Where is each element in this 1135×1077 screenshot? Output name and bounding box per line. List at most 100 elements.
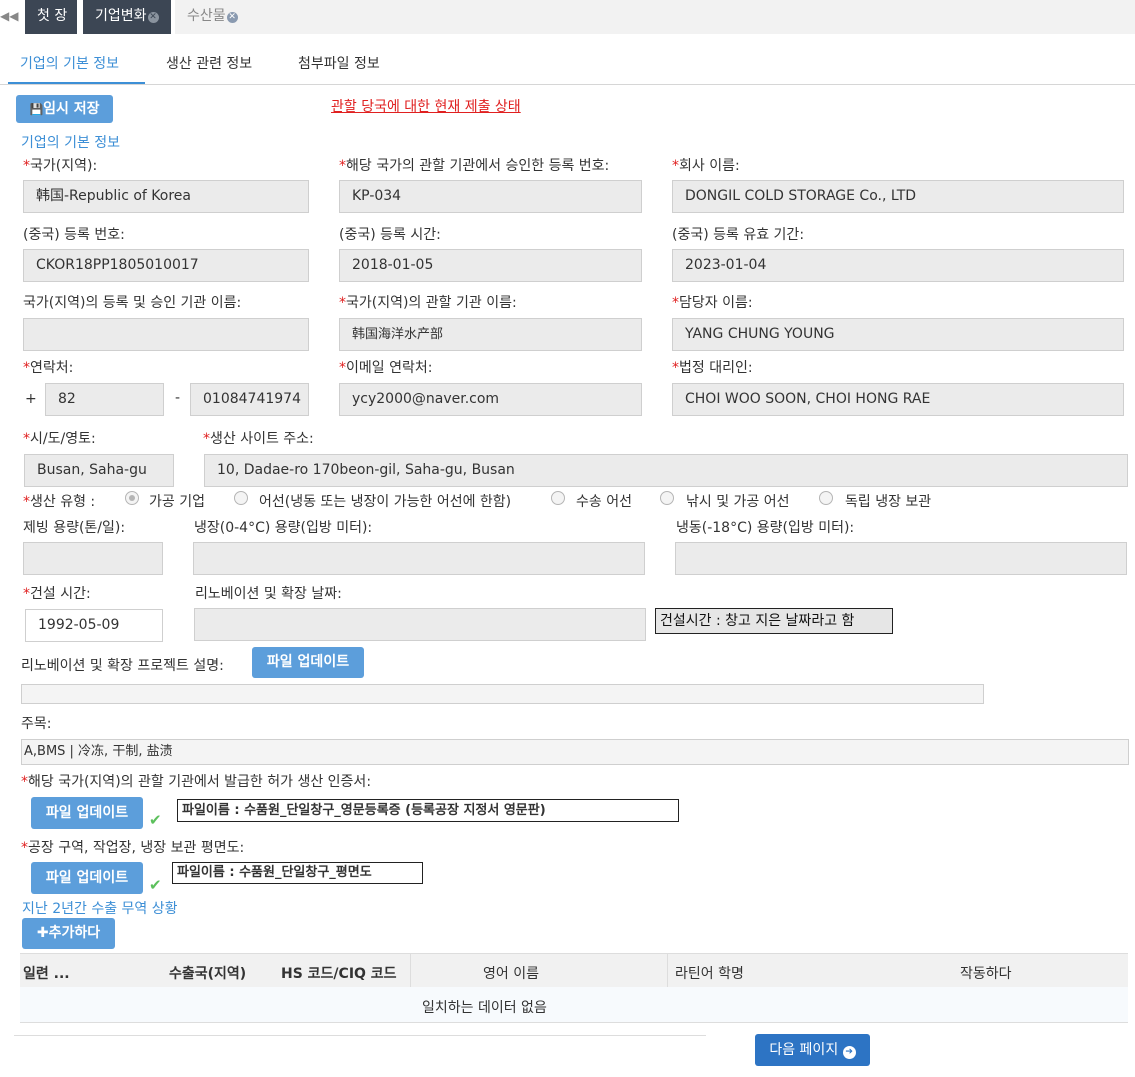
phone-number-field[interactable]: 01084741974 xyxy=(190,383,309,416)
section-title-basic: 기업의 기본 정보 xyxy=(21,135,121,151)
plan-label: *공장 구역, 작업장, 냉장 보관 평면도: xyxy=(21,840,245,856)
header-divider xyxy=(667,954,668,988)
subject-label: 주목: xyxy=(21,716,52,732)
add-row-button[interactable]: ✚추가하다 xyxy=(22,918,115,949)
section-title-trade: 지난 2년간 수출 무역 상황 xyxy=(22,901,178,917)
cert-file-note: 파일이름 : 수품원_단일창구_영문등록증 (등록공장 지정서 영문판) xyxy=(177,799,679,822)
radio-fishing-processing[interactable] xyxy=(660,491,674,505)
phone-plus: + xyxy=(25,391,37,407)
phone-label: *연락처: xyxy=(23,360,74,376)
cert-upload-button[interactable]: 파일 업데이트 xyxy=(31,797,143,829)
subtab-divider xyxy=(0,84,1135,85)
plan-file-note: 파일이름 : 수품원_단일창구_평면도 xyxy=(172,862,423,884)
empty-table-message: 일치하는 데이터 없음 xyxy=(422,1000,547,1016)
renov-date-field[interactable] xyxy=(194,608,646,641)
col-export-country[interactable]: 수출국(지역) xyxy=(169,963,246,983)
renov-date-label: 리노베이션 및 확장 날짜: xyxy=(195,586,342,602)
tab-seafood[interactable]: 수산물 ✕ xyxy=(175,0,250,34)
close-icon[interactable]: ✕ xyxy=(147,12,159,23)
subtab-basic-info[interactable]: 기업의 기본 정보 xyxy=(8,50,145,84)
legal-rep-field[interactable]: CHOI WOO SOON, CHOI HONG RAE xyxy=(672,383,1124,416)
cn-reg-time-field[interactable]: 2018-01-05 xyxy=(339,249,642,282)
tab-company-change-label: 기업변화 xyxy=(95,8,147,24)
build-time-note: 건설시간 : 창고 지은 날짜라고 함 xyxy=(655,608,893,634)
cert-label: *해당 국가(지역)의 관할 기관에서 발급한 허가 생산 인증서: xyxy=(21,774,372,790)
site-address-label: *생산 사이트 주소: xyxy=(203,431,314,447)
add-row-label: 추가하다 xyxy=(48,925,101,941)
approval-org-label: 국가(지역)의 등록 및 승인 기관 이름: xyxy=(23,295,242,311)
contact-person-field[interactable]: YANG CHUNG YOUNG xyxy=(672,318,1124,351)
save-icon: 💾 xyxy=(29,103,44,116)
radio-fishing-vessel-label: 어선(냉동 또는 냉장이 가능한 어선에 한함) xyxy=(259,494,512,510)
cn-reg-no-field[interactable]: CKOR18PP1805010017 xyxy=(23,249,309,282)
reg-no-label: *해당 국가의 관할 기관에서 승인한 등록 번호: xyxy=(339,158,610,174)
email-label: *이메일 연락처: xyxy=(339,360,433,376)
check-icon: ✔ xyxy=(149,876,162,894)
close-icon[interactable]: ✕ xyxy=(226,12,238,23)
radio-processing-label: 가공 기업 xyxy=(149,494,205,510)
tab-seafood-label: 수산물 xyxy=(187,8,226,24)
phone-dash: - xyxy=(175,390,181,406)
temp-save-label: 임시 저장 xyxy=(43,101,100,117)
approval-org-field[interactable] xyxy=(23,318,309,351)
freeze-capacity-label: 냉동(-18°C) 용량(입방 미터): xyxy=(676,520,855,536)
temp-save-button[interactable]: 💾임시 저장 xyxy=(16,95,113,123)
cn-reg-valid-field[interactable]: 2023-01-04 xyxy=(672,249,1124,282)
city-field[interactable]: Busan, Saha-gu xyxy=(24,454,174,487)
country-field[interactable]: 韩国-Republic of Korea xyxy=(23,180,309,213)
cn-reg-time-label: (중국) 등록 시간: xyxy=(339,227,441,243)
arrow-right-circle-icon: ➔ xyxy=(842,1046,856,1059)
build-time-field[interactable]: 1992-05-09 xyxy=(25,609,163,642)
radio-cold-storage-label: 독립 냉장 보관 xyxy=(845,494,932,510)
submission-status-link[interactable]: 관할 당국에 대한 현재 제출 상태 xyxy=(331,96,521,116)
tab-strip-background xyxy=(250,0,1135,34)
ice-capacity-label: 제빙 용량(톤/일): xyxy=(23,520,126,536)
email-field[interactable]: ycy2000@naver.com xyxy=(339,383,642,416)
scroll-left-icon[interactable]: ◀◀ xyxy=(0,8,18,24)
renov-desc-label: 리노베이션 및 확장 프로젝트 설명: xyxy=(21,658,224,674)
plus-icon: ✚ xyxy=(36,925,49,941)
renov-desc-field[interactable] xyxy=(21,684,984,704)
radio-transport-vessel[interactable] xyxy=(551,491,565,505)
tab-company-change[interactable]: 기업변화 ✕ xyxy=(83,0,171,34)
cn-reg-valid-label: (중국) 등록 유효 기간: xyxy=(672,227,805,243)
contact-person-label: *담당자 이름: xyxy=(672,295,753,311)
col-action[interactable]: 작동하다 xyxy=(960,963,1012,983)
company-name-field[interactable]: DONGIL COLD STORAGE Co., LTD xyxy=(672,180,1124,213)
cn-reg-no-label: (중국) 등록 번호: xyxy=(23,227,125,243)
company-name-label: *회사 이름: xyxy=(672,158,740,174)
authority-field[interactable]: 韩国海洋水产部 xyxy=(339,318,642,351)
col-serial[interactable]: 일련 ... xyxy=(23,963,70,983)
header-divider xyxy=(410,954,411,988)
subtab-production-info-label: 생산 관련 정보 xyxy=(166,56,253,72)
site-address-field[interactable]: 10, Dadae-ro 170beon-gil, Saha-gu, Busan xyxy=(204,454,1128,487)
subtab-attachments-label: 첨부파일 정보 xyxy=(298,56,380,72)
radio-transport-vessel-label: 수송 어선 xyxy=(576,494,632,510)
subtab-production-info[interactable]: 생산 관련 정보 xyxy=(166,50,252,84)
phone-code-field[interactable]: 82 xyxy=(45,383,164,416)
subtab-attachments[interactable]: 첨부파일 정보 xyxy=(298,50,380,84)
radio-fishing-vessel[interactable] xyxy=(234,491,248,505)
plan-upload-button[interactable]: 파일 업데이트 xyxy=(31,862,143,894)
next-page-label: 다음 페이지 xyxy=(769,1042,839,1058)
chill-capacity-label: 냉장(0-4°C) 용량(입방 미터): xyxy=(194,520,373,536)
tab-home[interactable]: 첫 장 xyxy=(25,0,77,34)
reg-no-field[interactable]: KP-034 xyxy=(339,180,642,213)
country-label: *국가(지역): xyxy=(23,158,98,174)
freeze-capacity-field[interactable] xyxy=(675,542,1127,575)
next-page-button[interactable]: 다음 페이지 ➔ xyxy=(755,1034,870,1066)
legal-rep-label: *법정 대리인: xyxy=(672,360,753,376)
chill-capacity-field[interactable] xyxy=(193,542,645,575)
trade-table-body: 일치하는 데이터 없음 xyxy=(20,987,1128,1023)
col-english-name[interactable]: 영어 이름 xyxy=(483,963,539,983)
col-latin-name[interactable]: 라틴어 학명 xyxy=(675,963,744,983)
col-hs-code[interactable]: HS 코드/CIQ 코드 xyxy=(281,963,397,983)
subtab-basic-info-label: 기업의 기본 정보 xyxy=(20,56,120,72)
radio-processing[interactable] xyxy=(125,491,139,505)
radio-fishing-processing-label: 낚시 및 가공 어선 xyxy=(686,494,790,510)
radio-cold-storage[interactable] xyxy=(819,491,833,505)
subject-field[interactable]: A,BMS | 冷冻, 干制, 盐渍 xyxy=(21,739,1129,765)
ice-capacity-field[interactable] xyxy=(23,542,163,575)
renov-upload-button[interactable]: 파일 업데이트 xyxy=(252,647,364,678)
build-time-label: *건설 시간: xyxy=(23,586,91,602)
